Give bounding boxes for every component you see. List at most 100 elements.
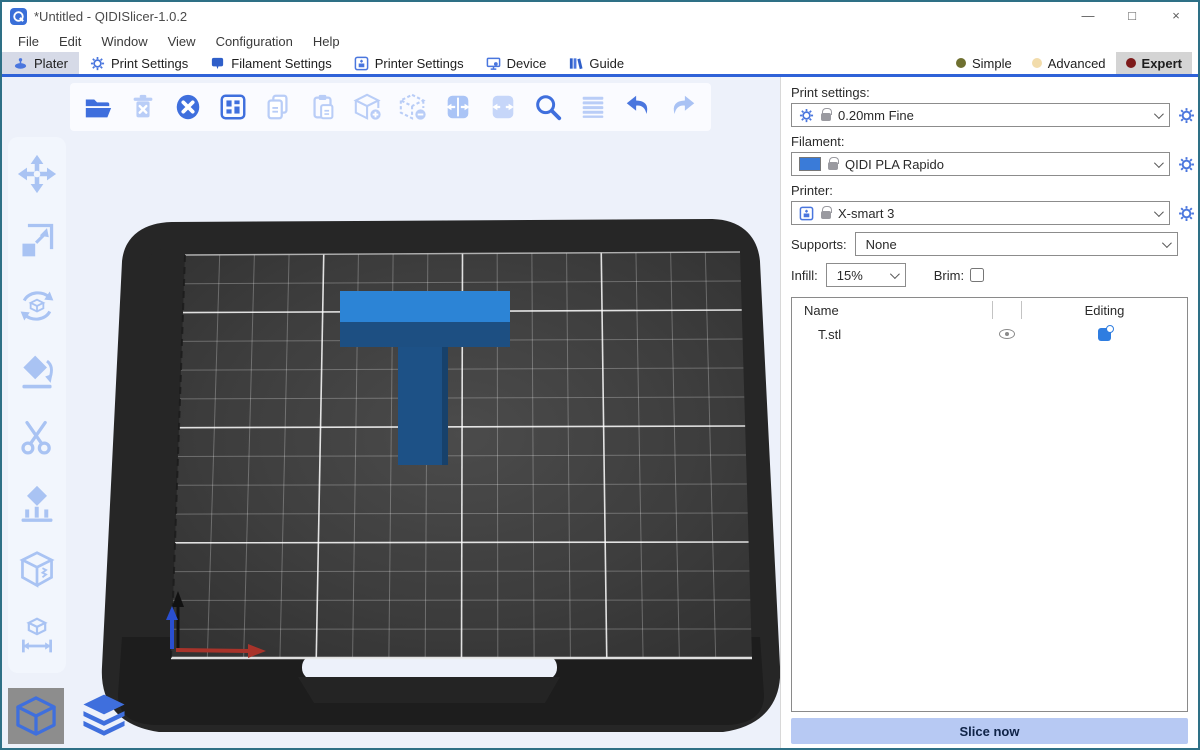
open-button[interactable] [82, 91, 114, 123]
move-tool-button[interactable] [16, 153, 58, 195]
brim-checkbox[interactable] [970, 268, 984, 282]
menu-file[interactable]: File [8, 34, 49, 49]
print-settings-gear-button[interactable] [1176, 107, 1196, 124]
object-list-header: Name Editing [792, 298, 1187, 322]
menu-configuration[interactable]: Configuration [206, 34, 303, 49]
chevron-down-icon [1162, 238, 1172, 248]
guide-books-icon [568, 56, 583, 71]
filament-combo[interactable]: QIDI PLA Rapido [791, 152, 1170, 176]
split-to-parts-button[interactable] [487, 91, 519, 123]
add-instance-button[interactable] [352, 91, 384, 123]
tab-bar: Plater Print Settings Filament Settings … [2, 52, 1198, 77]
search-button[interactable] [532, 91, 564, 123]
build-plate-canvas[interactable] [2, 77, 780, 748]
printer-icon [799, 206, 814, 221]
window-title: *Untitled - QIDISlicer-1.0.2 [34, 9, 187, 24]
editing-column-header: Editing [1022, 303, 1187, 318]
tab-plater[interactable]: Plater [2, 52, 79, 74]
mode-advanced[interactable]: Advanced [1022, 52, 1116, 74]
maximize-button[interactable]: □ [1110, 2, 1154, 30]
tab-filament-settings[interactable]: Filament Settings [199, 52, 342, 74]
object-name: T.stl [792, 327, 992, 342]
tab-print-settings[interactable]: Print Settings [79, 52, 199, 74]
editing-icon[interactable] [1098, 328, 1111, 341]
visibility-eye-icon[interactable] [999, 329, 1015, 339]
3d-editor-view-button[interactable] [8, 688, 64, 744]
viewport-3d[interactable] [2, 77, 780, 748]
filament-icon [210, 56, 225, 71]
printer-label: Printer: [791, 183, 1196, 198]
supports-select[interactable]: None [855, 232, 1178, 256]
minimize-button[interactable]: — [1066, 2, 1110, 30]
delete-all-button[interactable] [172, 91, 204, 123]
printer-value: X-smart 3 [838, 206, 1147, 221]
measure-tool-button[interactable] [16, 615, 58, 657]
lock-icon [828, 162, 838, 170]
scale-tool-button[interactable] [16, 219, 58, 261]
printer-gear-button[interactable] [1176, 205, 1196, 222]
print-settings-combo[interactable]: 0.20mm Fine [791, 103, 1170, 127]
redo-button[interactable] [667, 91, 699, 123]
plater-icon [13, 56, 28, 71]
copy-button[interactable] [262, 91, 294, 123]
lock-icon [821, 211, 831, 219]
delete-button[interactable] [127, 91, 159, 123]
mode-switcher: Simple Advanced Expert [946, 52, 1198, 74]
menu-edit[interactable]: Edit [49, 34, 91, 49]
slice-now-button[interactable]: Slice now [791, 718, 1188, 744]
visibility-column-header [992, 301, 1022, 319]
chevron-down-icon [1154, 109, 1164, 119]
title-bar: *Untitled - QIDISlicer-1.0.2 — □ × [2, 2, 1198, 30]
settings-panel: Print settings: 0.20mm Fine Filament: QI… [780, 77, 1198, 748]
simple-dot-icon [956, 58, 966, 68]
chevron-down-icon [1154, 207, 1164, 217]
filament-label: Filament: [791, 134, 1196, 149]
brim-label: Brim: [934, 268, 964, 283]
rotate-tool-button[interactable] [16, 285, 58, 327]
printer-icon [354, 56, 369, 71]
object-list-row[interactable]: T.stl [792, 322, 1187, 346]
tab-device[interactable]: Device [475, 52, 558, 74]
chevron-down-icon [1154, 158, 1164, 168]
filament-value: QIDI PLA Rapido [845, 157, 1147, 172]
app-logo-icon [10, 8, 27, 25]
variable-layer-height-button[interactable] [577, 91, 609, 123]
tab-guide[interactable]: Guide [557, 52, 635, 74]
infill-label: Infill: [791, 268, 818, 283]
view-mode-toggles [8, 688, 132, 744]
undo-button[interactable] [622, 91, 654, 123]
supports-value: None [866, 237, 1154, 252]
menu-view[interactable]: View [158, 34, 206, 49]
object-list: Name Editing T.stl [791, 297, 1188, 712]
plater-toolbar [70, 83, 711, 131]
arrange-button[interactable] [217, 91, 249, 123]
place-on-face-tool-button[interactable] [16, 351, 58, 393]
menu-window[interactable]: Window [91, 34, 157, 49]
expert-dot-icon [1126, 58, 1136, 68]
filament-gear-button[interactable] [1176, 156, 1196, 173]
printer-combo[interactable]: X-smart 3 [791, 201, 1170, 225]
gear-icon [90, 56, 105, 71]
device-icon [486, 56, 501, 71]
advanced-dot-icon [1032, 58, 1042, 68]
preview-view-button[interactable] [76, 688, 132, 744]
paste-button[interactable] [307, 91, 339, 123]
tab-printer-settings[interactable]: Printer Settings [343, 52, 475, 74]
split-to-objects-button[interactable] [442, 91, 474, 123]
cut-tool-button[interactable] [16, 417, 58, 459]
close-button[interactable]: × [1154, 2, 1198, 30]
name-column-header: Name [792, 303, 992, 318]
seam-painting-tool-button[interactable] [16, 549, 58, 591]
supports-label: Supports: [791, 237, 847, 252]
infill-value: 15% [837, 268, 882, 283]
menu-help[interactable]: Help [303, 34, 350, 49]
chevron-down-icon [890, 269, 900, 279]
remove-instance-button[interactable] [397, 91, 429, 123]
print-settings-value: 0.20mm Fine [838, 108, 1147, 123]
object-manipulation-sidebar [8, 137, 66, 673]
mode-simple[interactable]: Simple [946, 52, 1022, 74]
infill-select[interactable]: 15% [826, 263, 906, 287]
mode-expert[interactable]: Expert [1116, 52, 1192, 74]
menu-bar: File Edit Window View Configuration Help [2, 30, 1198, 52]
paint-supports-tool-button[interactable] [16, 483, 58, 525]
